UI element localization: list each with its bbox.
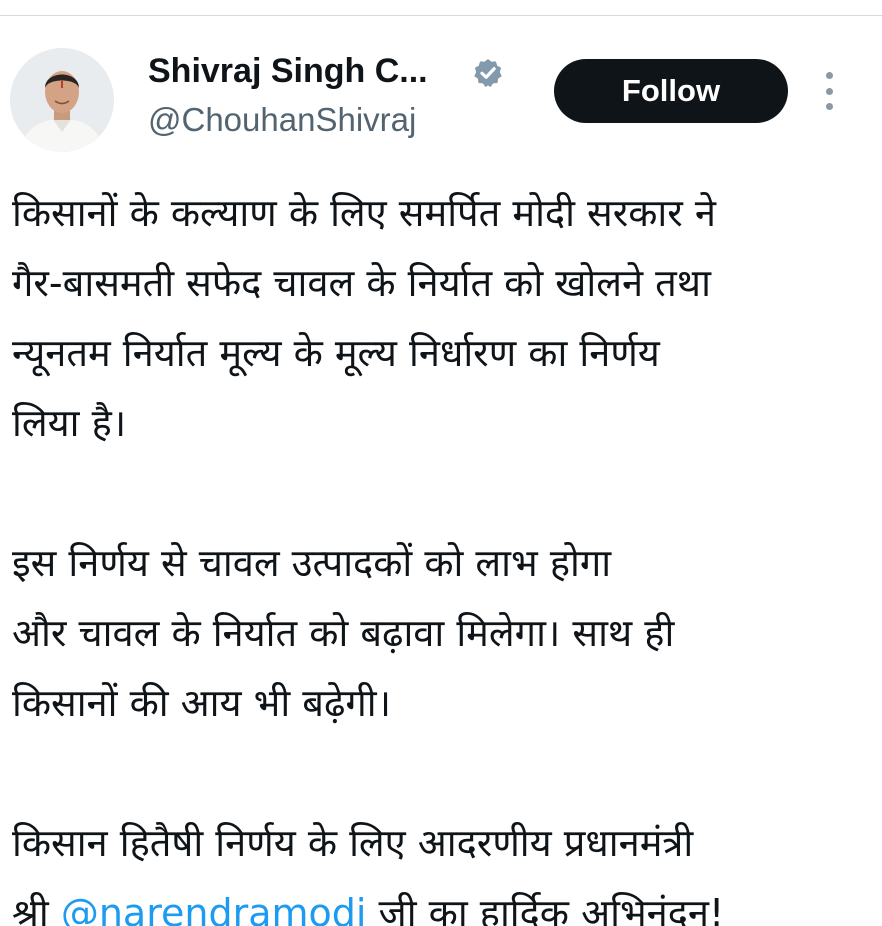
tweet-line: गैर-बासमती सफेद चावल के निर्यात को खोलने…	[12, 261, 711, 305]
follow-button[interactable]: Follow	[554, 59, 788, 123]
more-vertical-icon[interactable]	[812, 70, 846, 112]
top-divider	[0, 15, 882, 16]
tweet-text-segment: श्री	[12, 891, 49, 926]
tweet-line: लिया है।	[12, 401, 127, 445]
tweet-line: किसान हितैषी निर्णय के लिए आदरणीय प्रधान…	[12, 821, 694, 865]
more-dot	[825, 72, 833, 79]
verified-badge-icon	[474, 59, 502, 87]
more-dot	[825, 87, 833, 95]
tweet-line-with-mention: श्री @narendramodi जी का हार्दिक अभिनंदन…	[12, 878, 872, 926]
more-dot	[825, 103, 833, 110]
tweet-text-segment: जी का हार्दिक अभिनंदन!	[378, 891, 725, 926]
tweet-line: न्यूनतम निर्यात मूल्य के मूल्य निर्धारण …	[12, 331, 660, 375]
tweet-line: किसानों के कल्याण के लिए समर्पित मोदी सर…	[12, 191, 716, 235]
tweet-line: और चावल के निर्यात को बढ़ावा मिलेगा। साथ…	[12, 611, 675, 655]
tweet-line: किसानों की आय भी बढ़ेगी।	[12, 681, 391, 725]
avatar-image	[10, 48, 114, 152]
display-name[interactable]: Shivraj Singh C...	[148, 52, 428, 91]
avatar[interactable]	[10, 48, 114, 152]
user-handle[interactable]: @ChouhanShivraj	[148, 101, 416, 139]
tweet-line: इस निर्णय से चावल उत्पादकों को लाभ होगा	[12, 541, 612, 585]
tweet-card: Shivraj Singh C... @ChouhanShivraj Follo…	[0, 0, 882, 926]
tweet-text: किसानों के कल्याण के लिए समर्पित मोदी सर…	[12, 178, 872, 926]
mention-link[interactable]: @narendramodi	[61, 891, 367, 926]
